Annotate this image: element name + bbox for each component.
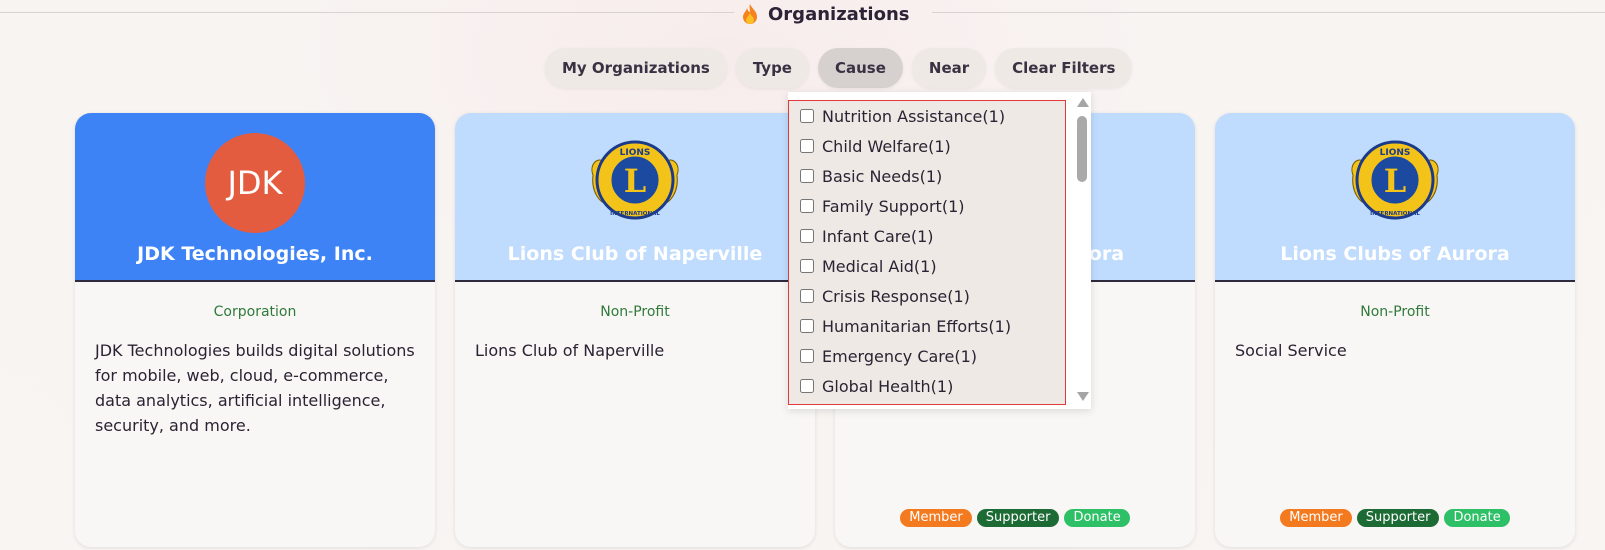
cause-option-label: Basic Needs(1) xyxy=(822,166,943,186)
cause-option-label: Child Welfare(1) xyxy=(822,136,951,156)
card-header: LIONS L INTERNATIONAL Lions Club of Nape… xyxy=(455,113,815,282)
filter-type-button[interactable]: Type xyxy=(735,48,809,88)
organization-description: Lions Club of Naperville xyxy=(475,341,665,360)
organization-type: Non-Profit xyxy=(1360,304,1430,320)
organization-type: Corporation xyxy=(213,304,297,320)
logo-letter: L xyxy=(624,162,647,200)
card-header: JDK JDK Technologies, Inc. xyxy=(75,113,435,282)
cause-option-label: Family Support(1) xyxy=(822,196,965,216)
scrollbar-thumb[interactable] xyxy=(1077,116,1087,182)
organization-description: Social Service xyxy=(1235,341,1347,360)
cause-option-label: Nutrition Assistance(1) xyxy=(822,106,1006,126)
organization-description: JDK Technologies builds digital solution… xyxy=(95,341,415,435)
cause-option[interactable]: Medical Aid(1) xyxy=(789,251,1065,281)
cause-option-label: Global Health(1) xyxy=(822,376,954,396)
organization-card[interactable]: LIONS L INTERNATIONAL Lions Clubs of Aur… xyxy=(1215,113,1575,547)
logo-bottom-text: INTERNATIONAL xyxy=(610,211,660,217)
page-title: Organizations xyxy=(740,2,910,26)
card-header: LIONS L INTERNATIONAL Lions Clubs of Aur… xyxy=(1215,113,1575,282)
cause-option-label: Medical Aid(1) xyxy=(822,256,937,276)
cause-dropdown[interactable]: Nutrition Assistance(1) Child Welfare(1)… xyxy=(788,92,1091,409)
cause-option[interactable]: Emergency Care(1) xyxy=(789,341,1065,371)
organization-name[interactable]: JDK Technologies, Inc. xyxy=(75,243,435,265)
cause-checkbox[interactable] xyxy=(800,319,814,333)
cause-options-list[interactable]: Nutrition Assistance(1) Child Welfare(1)… xyxy=(788,100,1066,405)
organization-card[interactable]: LIONS L INTERNATIONAL Lions Club of Nape… xyxy=(455,113,815,547)
cause-option[interactable]: Nutrition Assistance(1) xyxy=(789,101,1065,131)
supporter-badge[interactable]: Supporter xyxy=(976,509,1060,527)
logo-top-text: LIONS xyxy=(1380,148,1411,158)
logo-top-text: LIONS xyxy=(620,148,651,158)
cause-option-label: Emergency Care(1) xyxy=(822,346,978,366)
cause-checkbox[interactable] xyxy=(800,169,814,183)
cause-option-label: Crisis Response(1) xyxy=(822,286,970,306)
organization-name[interactable]: Lions Clubs of Aurora xyxy=(1215,243,1575,265)
cause-checkbox[interactable] xyxy=(800,349,814,363)
cause-checkbox[interactable] xyxy=(800,379,814,393)
badge-group: Member Supporter Donate xyxy=(835,509,1195,527)
logo-letter: L xyxy=(1384,162,1407,200)
cause-option[interactable]: Global Health(1) xyxy=(789,371,1065,401)
badge-group: Member Supporter Donate xyxy=(1215,509,1575,527)
cause-checkbox[interactable] xyxy=(800,289,814,303)
dropdown-scrollbar[interactable] xyxy=(1073,92,1091,409)
clear-filters-button[interactable]: Clear Filters xyxy=(995,48,1133,88)
filter-my-organizations-button[interactable]: My Organizations xyxy=(545,48,727,88)
cause-option[interactable]: Crisis Response(1) xyxy=(789,281,1065,311)
supporter-badge[interactable]: Supporter xyxy=(1356,509,1440,527)
filter-near-button[interactable]: Near xyxy=(911,48,987,88)
lions-international-logo: LIONS L INTERNATIONAL xyxy=(1351,140,1439,220)
organization-card[interactable]: JDK JDK Technologies, Inc. Corporation J… xyxy=(75,113,435,547)
flame-icon xyxy=(743,4,757,24)
cause-option-label: Humanitarian Efforts(1) xyxy=(822,316,1012,336)
cause-checkbox[interactable] xyxy=(800,139,814,153)
filter-bar: My Organizations Type Cause Near Clear F… xyxy=(545,48,1133,88)
cause-checkbox[interactable] xyxy=(800,199,814,213)
cause-option[interactable]: Humanitarian Efforts(1) xyxy=(789,311,1065,341)
cause-checkbox[interactable] xyxy=(800,259,814,273)
scroll-up-arrow-icon[interactable] xyxy=(1077,98,1089,107)
cause-option[interactable]: Basic Needs(1) xyxy=(789,161,1065,191)
member-badge[interactable]: Member xyxy=(900,509,972,527)
cause-option[interactable]: Child Welfare(1) xyxy=(789,131,1065,161)
cause-checkbox[interactable] xyxy=(800,109,814,123)
cause-option-label: Infant Care(1) xyxy=(822,226,934,246)
organization-type: Non-Profit xyxy=(600,304,670,320)
scroll-down-arrow-icon[interactable] xyxy=(1077,392,1089,401)
avatar: JDK xyxy=(205,133,305,233)
member-badge[interactable]: Member xyxy=(1280,509,1352,527)
cause-checkbox[interactable] xyxy=(800,229,814,243)
cause-option[interactable]: Family Support(1) xyxy=(789,191,1065,221)
lions-international-logo: LIONS L INTERNATIONAL xyxy=(591,140,679,220)
cause-option[interactable]: Infant Care(1) xyxy=(789,221,1065,251)
logo-bottom-text: INTERNATIONAL xyxy=(1370,211,1420,217)
donate-badge[interactable]: Donate xyxy=(1064,509,1130,527)
section-header: Organizations xyxy=(0,0,1605,28)
header-divider-right xyxy=(932,12,1605,13)
page-title-text: Organizations xyxy=(768,3,910,25)
filter-cause-button[interactable]: Cause xyxy=(817,48,903,88)
donate-badge[interactable]: Donate xyxy=(1444,509,1510,527)
organization-name[interactable]: Lions Club of Naperville xyxy=(455,243,815,265)
header-divider-left xyxy=(0,12,734,13)
